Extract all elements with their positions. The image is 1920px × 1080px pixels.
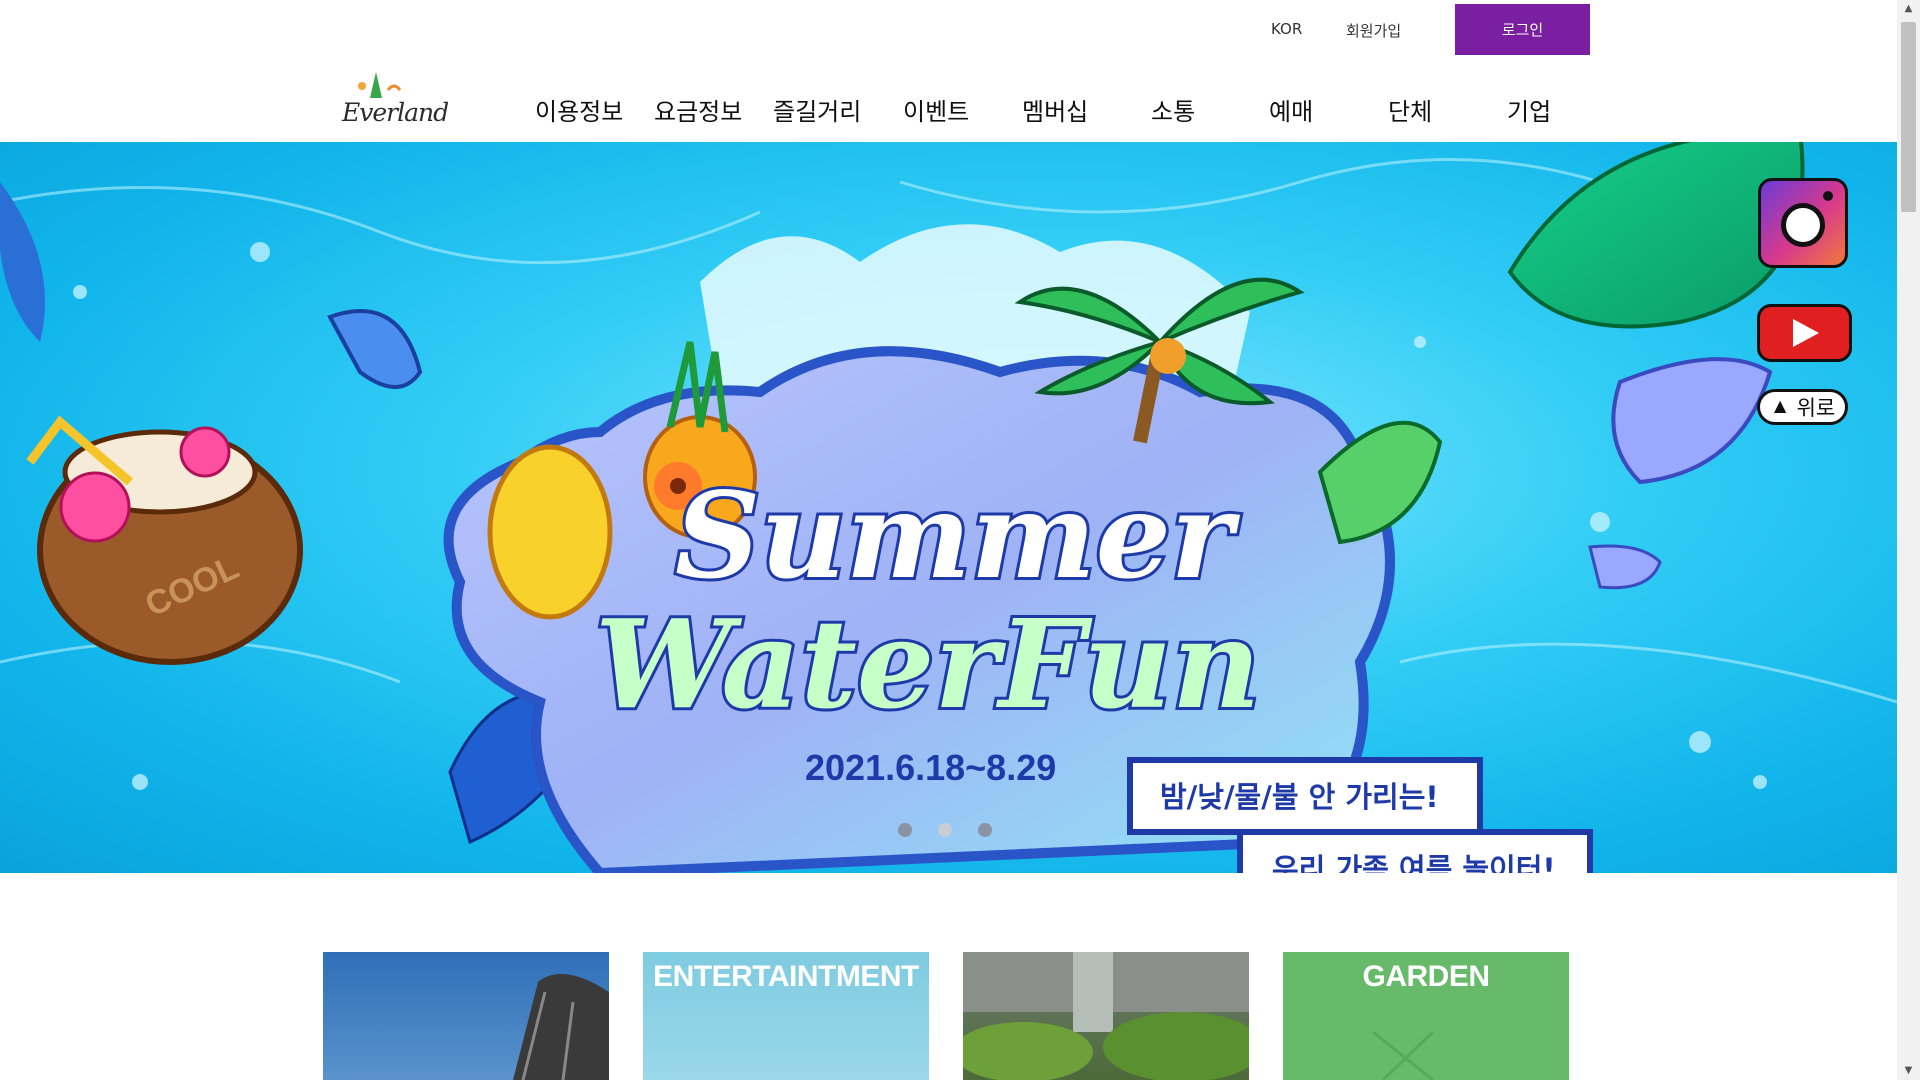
login-button[interactable]: 로그인	[1455, 4, 1590, 55]
nav-attractions[interactable]: 즐길거리	[773, 92, 861, 127]
card-entertainment[interactable]: ENTERTAINTMENT	[643, 952, 929, 1080]
nav-events[interactable]: 이벤트	[903, 92, 969, 127]
card-title-entertainment: ENTERTAINTMENT	[653, 960, 919, 993]
scroll-to-top-label: 위로	[1796, 397, 1836, 420]
nav-group[interactable]: 단체	[1388, 92, 1432, 127]
hero-title-line2: WaterFun	[595, 592, 1261, 736]
nav-booking[interactable]: 예매	[1269, 92, 1313, 127]
arrow-up-icon: ▲	[1769, 395, 1791, 418]
page-scrollbar[interactable]: ▲ ▼	[1897, 0, 1920, 1080]
slide-dot-2[interactable]	[938, 823, 952, 837]
play-icon	[1793, 319, 1819, 347]
nav-pricing[interactable]: 요금정보	[654, 92, 742, 127]
waterfall-image	[963, 952, 1249, 1080]
hero-banner[interactable]: COOL Summer WaterFun 2021.6.18~8.29 밤/낮/…	[0, 142, 1897, 873]
nav-membership[interactable]: 멤버십	[1022, 92, 1088, 127]
card-garden[interactable]: GARDEN	[1283, 952, 1569, 1080]
scroll-down-arrow-icon[interactable]: ▼	[1897, 1062, 1920, 1080]
scroll-to-top-button[interactable]: ▲ 위로	[1757, 389, 1848, 425]
card-title-garden: GARDEN	[1362, 960, 1490, 993]
summer-waterfun-artwork: COOL Summer WaterFun 2021.6.18~8.29 밤/낮/…	[0, 142, 1897, 873]
hero-dates: 2021.6.18~8.29	[805, 747, 1056, 788]
nav-usage-info[interactable]: 이용정보	[535, 92, 623, 127]
scroll-up-arrow-icon[interactable]: ▲	[1897, 0, 1920, 18]
slide-dot-3[interactable]	[978, 823, 992, 837]
card-zoo[interactable]	[963, 952, 1249, 1080]
slider-pagination	[898, 823, 992, 837]
hero-title-line1: Summer	[675, 466, 1241, 605]
instagram-icon[interactable]	[1758, 178, 1848, 268]
scrollbar-thumb[interactable]	[1901, 22, 1916, 212]
hero-tagline-2: 우리 가족 여름 놀이터!	[1272, 852, 1556, 873]
slide-dot-1[interactable]	[898, 823, 912, 837]
language-selector[interactable]: KOR	[1271, 20, 1302, 38]
nav-corporate[interactable]: 기업	[1507, 92, 1551, 127]
rollercoaster-image	[513, 974, 609, 1080]
youtube-icon[interactable]	[1757, 304, 1852, 362]
instagram-flash-icon	[1823, 191, 1833, 201]
join-link[interactable]: 회원가입	[1346, 20, 1401, 41]
instagram-lens-icon	[1781, 203, 1825, 247]
card-attractions[interactable]	[323, 952, 609, 1080]
main-nav: 이용정보 요금정보 즐길거리 이벤트 멤버십 소통 예매 단체 기업	[0, 92, 1897, 126]
nav-communication[interactable]: 소통	[1151, 92, 1195, 127]
utility-nav: KOR 회원가입 로그인	[0, 0, 1897, 62]
hero-tagline-1: 밤/낮/물/불 안 가리는!	[1160, 780, 1439, 814]
